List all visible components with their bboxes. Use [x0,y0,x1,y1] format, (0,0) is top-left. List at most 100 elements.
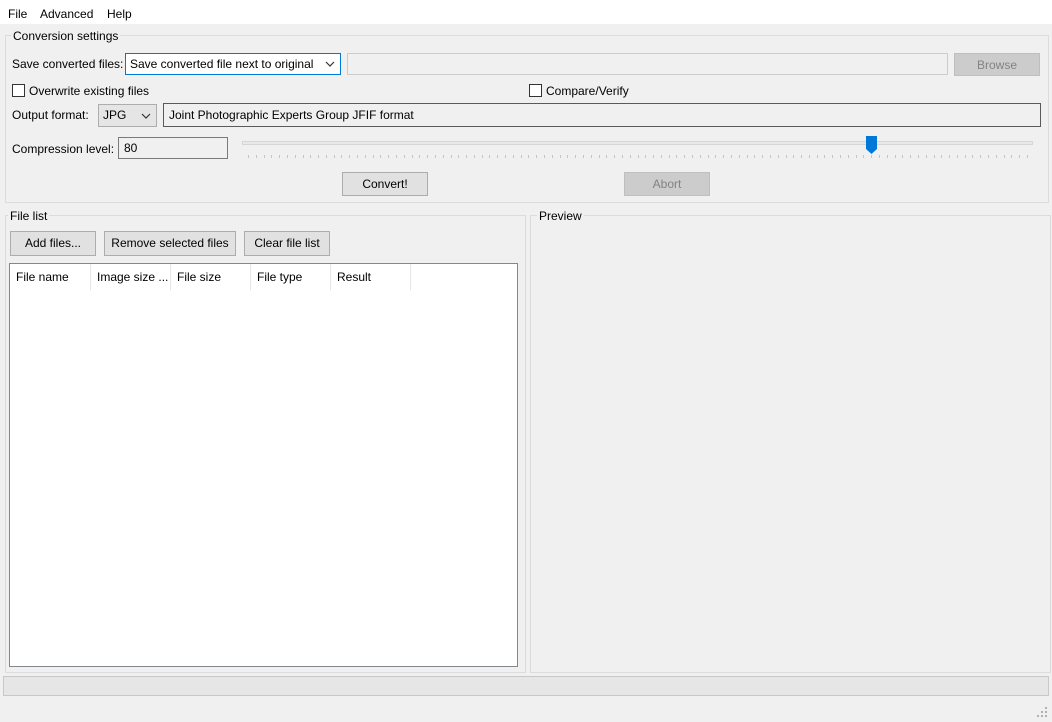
slider-tick [840,155,842,158]
slider-tick [925,155,927,158]
slider-tick [707,155,709,158]
slider-tick [762,155,764,158]
slider-tick [473,155,475,158]
slider-tick [294,155,296,158]
overwrite-checkbox[interactable] [12,84,25,97]
slider-tick [754,155,756,158]
abort-button[interactable]: Abort [624,172,710,196]
chevron-down-icon [140,105,152,126]
slider-tick [637,155,639,158]
menu-bar: File Advanced Help [0,0,1052,24]
slider-tick [388,155,390,158]
slider-tick [886,155,888,158]
column-file-type[interactable]: File type [251,264,331,290]
format-description-field: Joint Photographic Experts Group JFIF fo… [163,103,1041,127]
slider-tick [419,155,421,158]
slider-tick [917,155,919,158]
slider-tick [403,155,405,158]
slider-tick [497,155,499,158]
compare-verify-checkbox[interactable] [529,84,542,97]
slider-tick [738,155,740,158]
slider-tick [263,155,265,158]
slider-tick [653,155,655,158]
slider-tick [808,155,810,158]
slider-tick [481,155,483,158]
overwrite-label: Overwrite existing files [29,84,150,98]
output-format-dropdown[interactable]: JPG [98,104,157,127]
slider-thumb[interactable] [865,136,877,154]
slider-tick [1019,155,1021,158]
column-image-size[interactable]: Image size ... [91,264,171,290]
progress-bar [3,676,1049,696]
slider-tick [972,155,974,158]
slider-tick [824,155,826,158]
convert-button[interactable]: Convert! [342,172,428,196]
slider-tick [871,155,873,158]
slider-tick [551,155,553,158]
slider-tick [816,155,818,158]
column-file-name[interactable]: File name [10,264,91,290]
slider-tick [723,155,725,158]
chevron-down-icon [324,54,336,74]
slider-tick [357,155,359,158]
conversion-settings-title: Conversion settings [11,29,121,43]
slider-tick [302,155,304,158]
slider-tick [933,155,935,158]
slider-tick [598,155,600,158]
slider-tick [286,155,288,158]
slider-tick [458,155,460,158]
slider-tick [769,155,771,158]
preview-title: Preview [537,209,584,223]
size-grip-icon[interactable] [1036,706,1048,718]
slider-tick [1003,155,1005,158]
slider-tick [255,155,257,158]
slider-tick [279,155,281,158]
slider-tick [699,155,701,158]
menu-help[interactable]: Help [107,7,132,21]
menu-advanced[interactable]: Advanced [40,7,93,21]
compression-level-input[interactable]: 80 [118,137,228,159]
slider-tick [660,155,662,158]
slider-tick [364,155,366,158]
save-location-dropdown[interactable]: Save converted file next to original [125,53,341,75]
slider-tick [746,155,748,158]
slider-tick [995,155,997,158]
slider-tick [964,155,966,158]
slider-tick [310,155,312,158]
add-files-button[interactable]: Add files... [10,231,96,256]
slider-tick [676,155,678,158]
slider-tick [590,155,592,158]
slider-tick [645,155,647,158]
slider-tick [575,155,577,158]
file-list-title: File list [8,209,50,223]
output-path-field[interactable] [347,53,948,75]
slider-tick [863,155,865,158]
slider-tick [396,155,397,158]
slider-tick [855,155,857,158]
column-file-size[interactable]: File size [171,264,251,290]
slider-tick [902,155,904,158]
file-list-view[interactable]: File name Image size ... File size File … [9,263,518,667]
slider-tick [567,155,569,158]
browse-button[interactable]: Browse [954,53,1040,76]
slider-tick [956,155,958,158]
slider-tick [520,155,522,158]
save-location-value: Save converted file next to original [130,57,314,71]
slider-tick [349,155,351,158]
slider-tick [777,155,779,158]
slider-tick [442,155,444,158]
save-converted-label: Save converted files: [12,57,124,71]
slider-tick [988,155,990,158]
slider-tick [715,155,717,158]
slider-tick [878,155,880,158]
clear-file-list-button[interactable]: Clear file list [244,231,330,256]
slider-tick [271,155,273,158]
menu-file[interactable]: File [8,7,27,21]
column-result[interactable]: Result [331,264,411,290]
slider-tick [466,155,468,158]
slider-track[interactable] [242,141,1033,145]
slider-tick [318,155,320,158]
remove-selected-files-button[interactable]: Remove selected files [104,231,236,256]
slider-tick [333,155,335,158]
slider-tick [380,155,382,158]
